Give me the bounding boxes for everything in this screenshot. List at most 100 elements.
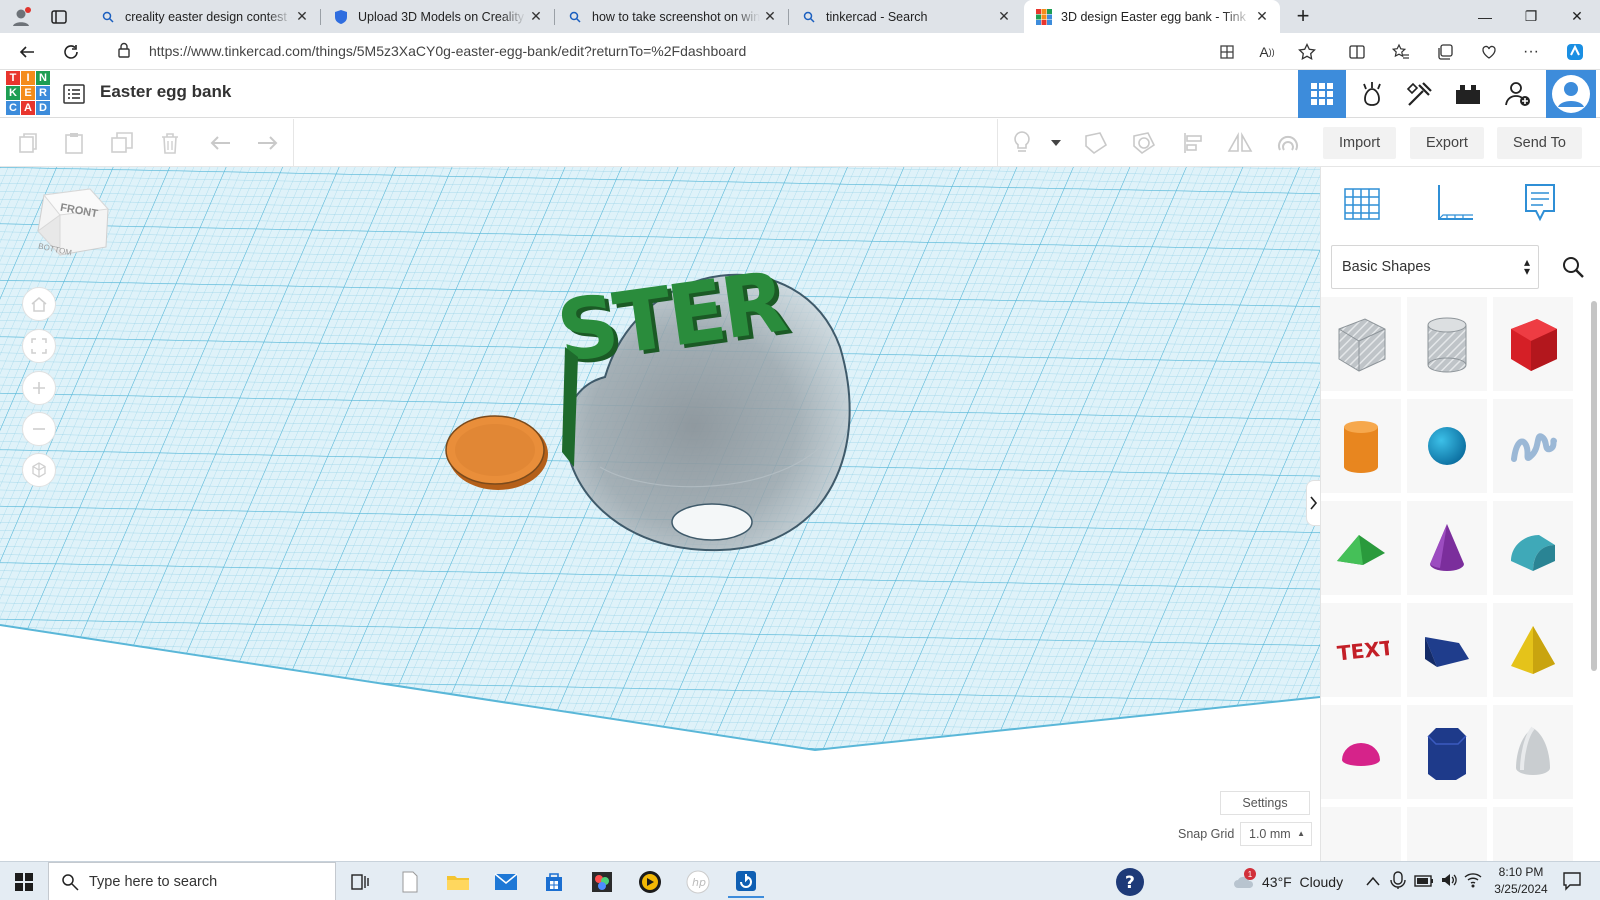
invite-user-icon[interactable] xyxy=(1494,70,1542,118)
notification-center-icon[interactable] xyxy=(1562,871,1582,896)
volume-icon[interactable] xyxy=(1440,871,1458,894)
hole-icon[interactable] xyxy=(1130,129,1158,157)
browser-essentials-icon[interactable] xyxy=(1476,39,1502,65)
battery-icon[interactable] xyxy=(1414,874,1434,892)
workplane-canvas[interactable]: STER STER FRONT BOTTOM Settings Snap Gri… xyxy=(0,167,1320,861)
collapse-panel-button[interactable] xyxy=(1306,480,1320,526)
mirror-icon[interactable] xyxy=(1226,129,1254,157)
meet-now-icon[interactable] xyxy=(1390,871,1406,894)
browser-tab[interactable]: creality easter design contest - S ✕ xyxy=(88,0,320,33)
app-available-icon[interactable] xyxy=(1214,39,1240,65)
copilot-icon[interactable] xyxy=(1562,39,1588,65)
shape-scribble[interactable] xyxy=(1493,399,1573,493)
snap-grid-select[interactable]: 1.0 mm ▲ xyxy=(1240,822,1312,846)
refresh-icon[interactable] xyxy=(58,39,84,65)
close-tab-icon[interactable]: ✕ xyxy=(292,8,312,25)
tinkercad-logo[interactable]: T I N K E R C A D xyxy=(6,71,50,115)
duplicate-icon[interactable] xyxy=(108,129,136,157)
hp-app-icon[interactable]: hp xyxy=(680,866,716,898)
shape-search-icon[interactable] xyxy=(1551,245,1595,289)
shape-polygon[interactable] xyxy=(1407,705,1487,799)
shape-box-hole[interactable] xyxy=(1321,297,1401,391)
ruler-tool-icon[interactable] xyxy=(1431,179,1477,225)
browser-tab[interactable]: Upload 3D Models on Creality Cl ✕ xyxy=(321,0,554,33)
notes-tool-icon[interactable] xyxy=(1517,179,1563,225)
sim-lab-icon[interactable] xyxy=(1444,70,1492,118)
shape-text[interactable]: TEXT xyxy=(1321,603,1401,697)
network-icon[interactable] xyxy=(1464,871,1482,894)
split-screen-icon[interactable] xyxy=(1344,39,1370,65)
shape-partial[interactable] xyxy=(1493,807,1573,861)
zoom-out-icon[interactable] xyxy=(22,412,56,446)
close-tab-icon[interactable]: ✕ xyxy=(994,8,1014,25)
home-view-icon[interactable] xyxy=(22,287,56,321)
import-button[interactable]: Import xyxy=(1323,127,1397,159)
restore-button[interactable]: ❐ xyxy=(1508,0,1554,33)
favorite-star-icon[interactable] xyxy=(1294,39,1320,65)
send-to-button[interactable]: Send To xyxy=(1497,127,1582,159)
media-app-icon[interactable] xyxy=(632,866,668,898)
shape-cylinder[interactable] xyxy=(1321,399,1401,493)
collections-icon[interactable] xyxy=(1432,39,1458,65)
taskbar-search-field[interactable]: Type here to search xyxy=(48,862,336,900)
chevron-up-icon[interactable] xyxy=(1366,873,1380,891)
tab-actions-icon[interactable] xyxy=(50,8,68,26)
cruise-icon[interactable] xyxy=(1274,129,1302,157)
design-list-icon[interactable] xyxy=(62,82,86,106)
new-tab-button[interactable]: + xyxy=(1290,3,1316,29)
more-menu-icon[interactable]: ··· xyxy=(1518,39,1544,65)
copy-icon[interactable] xyxy=(14,129,42,157)
align-icon[interactable] xyxy=(1180,129,1208,157)
file-explorer-icon[interactable] xyxy=(440,866,476,898)
url-field[interactable]: https://www.tinkercad.com/things/5M5z3Xa… xyxy=(101,36,1306,66)
delete-icon[interactable] xyxy=(156,129,184,157)
view-cube[interactable]: FRONT BOTTOM xyxy=(30,185,110,261)
shape-partial[interactable] xyxy=(1407,807,1487,861)
fit-view-icon[interactable] xyxy=(22,329,56,363)
minimize-button[interactable]: — xyxy=(1462,0,1508,33)
favorites-icon[interactable] xyxy=(1388,39,1414,65)
3d-view-button[interactable] xyxy=(1298,70,1346,118)
photos-app-icon[interactable] xyxy=(584,866,620,898)
zoom-in-icon[interactable] xyxy=(22,371,56,405)
paste-icon[interactable] xyxy=(60,129,88,157)
undo-icon[interactable] xyxy=(206,129,234,157)
chevron-down-icon[interactable] xyxy=(1042,129,1070,157)
close-window-button[interactable]: ✕ xyxy=(1554,0,1600,33)
weather-widget[interactable]: 1 43°F Cloudy xyxy=(1232,866,1352,898)
light-bulb-icon[interactable] xyxy=(1008,129,1036,157)
clock[interactable]: 8:10 PM 3/25/2024 xyxy=(1488,864,1554,898)
profile-avatar-icon[interactable] xyxy=(10,6,32,28)
shape-cone[interactable] xyxy=(1407,501,1487,595)
back-icon[interactable] xyxy=(14,39,40,65)
shape-box[interactable] xyxy=(1493,297,1573,391)
shape-category-select[interactable]: Basic Shapes ▴ ▾ xyxy=(1331,245,1539,289)
settings-button[interactable]: Settings xyxy=(1220,791,1310,815)
close-tab-icon[interactable]: ✕ xyxy=(760,8,780,25)
bricks-view-icon[interactable] xyxy=(1396,70,1444,118)
design-title[interactable]: Easter egg bank xyxy=(100,82,231,102)
browser-tab[interactable]: how to take screenshot on windo ✕ xyxy=(555,0,788,33)
edge-browser-icon[interactable] xyxy=(728,866,764,898)
file-icon[interactable] xyxy=(392,866,428,898)
shape-partial[interactable] xyxy=(1321,807,1401,861)
task-view-icon[interactable] xyxy=(342,866,378,898)
shape-wedge[interactable] xyxy=(1407,603,1487,697)
close-tab-icon[interactable]: ✕ xyxy=(526,8,546,25)
shape-round-roof[interactable] xyxy=(1493,501,1573,595)
blocks-view-icon[interactable] xyxy=(1348,70,1396,118)
mail-icon[interactable] xyxy=(488,866,524,898)
shape-cylinder-hole[interactable] xyxy=(1407,297,1487,391)
browser-tab[interactable]: tinkercad - Search ✕ xyxy=(789,0,1022,33)
browser-tab-active[interactable]: 3D design Easter egg bank - Tink ✕ xyxy=(1024,0,1280,33)
shape-paraboloid[interactable] xyxy=(1493,705,1573,799)
store-icon[interactable] xyxy=(536,866,572,898)
close-tab-icon[interactable]: ✕ xyxy=(1252,8,1272,25)
user-avatar[interactable] xyxy=(1546,70,1596,118)
shape-icon[interactable] xyxy=(1082,129,1110,157)
shape-roof[interactable] xyxy=(1321,501,1401,595)
perspective-icon[interactable] xyxy=(22,453,56,487)
windows-start-icon[interactable] xyxy=(6,866,42,898)
export-button[interactable]: Export xyxy=(1410,127,1484,159)
shape-sphere[interactable] xyxy=(1407,399,1487,493)
